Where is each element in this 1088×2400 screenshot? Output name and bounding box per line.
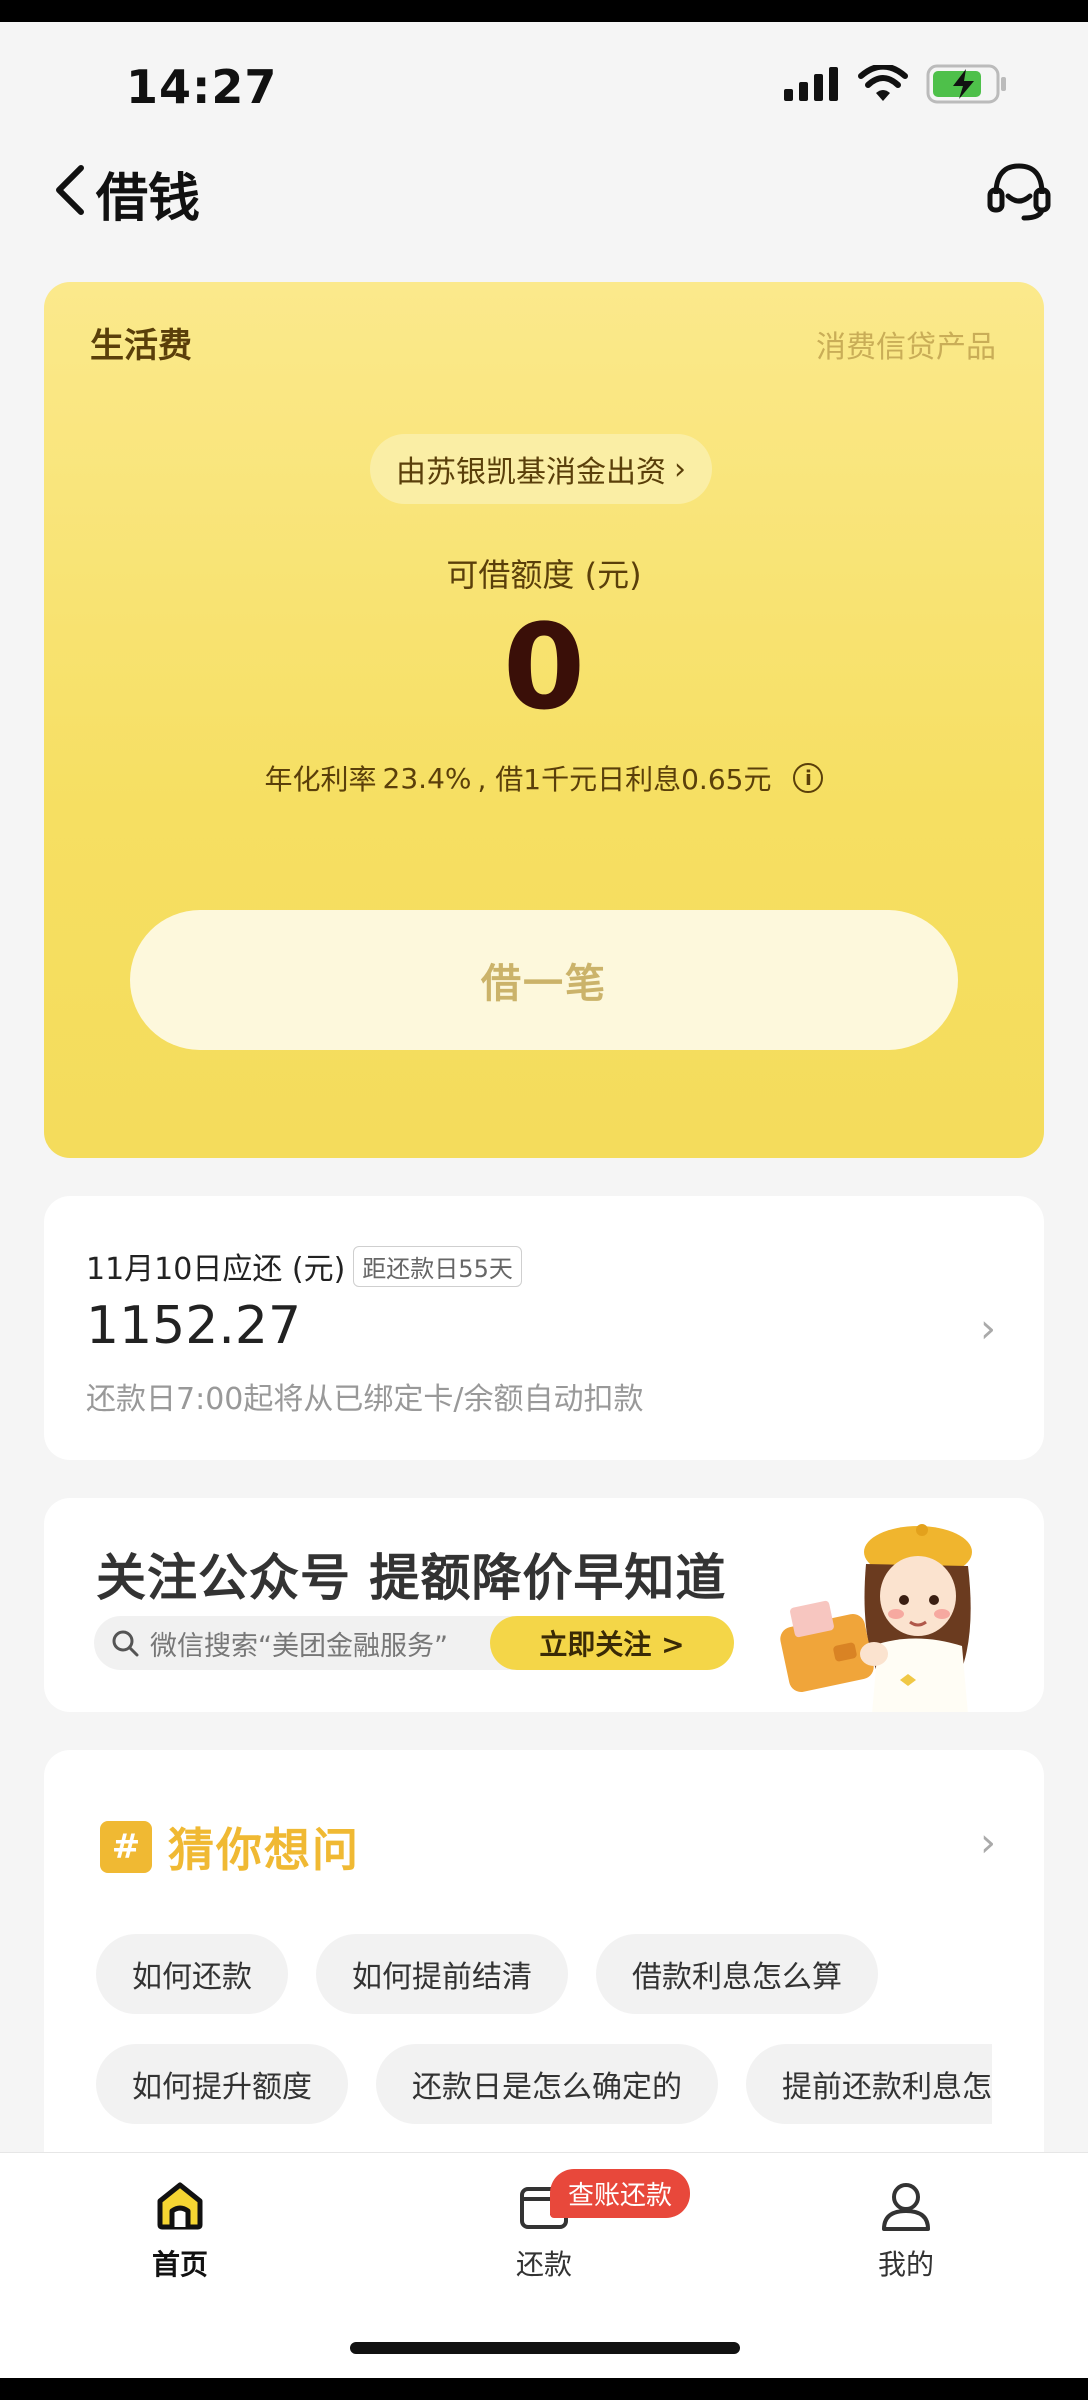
funder-link[interactable]: 由苏银凯基消金出资 ›: [370, 434, 712, 504]
credit-limit-value: 0: [502, 598, 586, 736]
loan-card: 生活费 消费信贷产品 由苏银凯基消金出资 › 可借额度 (元) 0 年化利率 2…: [44, 282, 1044, 1158]
loan-product-name: 生活费: [90, 326, 192, 366]
repayment-due-label: 11月10日应还 (元): [86, 1252, 346, 1287]
tab-home-label: 首页: [151, 2248, 208, 2281]
banner-search-text: 微信搜索“美团金融服务”: [150, 1630, 448, 1662]
days-until-due-badge: 距还款日55天: [353, 1245, 522, 1287]
signal-icon: [784, 67, 838, 101]
rate-note: , 借1千元日利息0.65元: [477, 763, 772, 796]
tab-mine-label: 我的: [877, 2248, 934, 2281]
rate-label: 年化利率: [264, 763, 377, 796]
check-bill-badge: 查账还款: [550, 2169, 691, 2218]
repayment-amount: 1152.27: [86, 1296, 302, 1356]
user-icon: [882, 2183, 930, 2231]
faq-chip-area: 如何还款 如何提前结清 借款利息怎么算 如何提升额度 还款日是怎么确定的 提前还…: [44, 1750, 992, 2170]
home-icon: [157, 2182, 203, 2230]
follow-official-account-banner[interactable]: 关注公众号 提额降价早知道 微信搜索“美团金融服务” 立即关注 >: [44, 1498, 1044, 1712]
faq-chip[interactable]: 还款日是怎么确定的: [376, 2044, 718, 2124]
tab-repay[interactable]: 还款 查账还款: [444, 2169, 691, 2283]
back-arrow-icon[interactable]: [40, 160, 100, 220]
customer-service-icon[interactable]: [984, 156, 1054, 226]
wifi-icon: [858, 65, 908, 101]
faq-card: # 猜你想问 › 如何还款 如何提前结清 借款利息怎么算 如何提升额度 还款日是…: [44, 1750, 1044, 2170]
girl-with-wallet-illustration: [780, 1524, 972, 1712]
faq-chip[interactable]: 如何提升额度: [96, 2044, 348, 2124]
rate-value: 23.4%: [382, 761, 472, 795]
tab-mine[interactable]: 我的: [806, 2177, 1006, 2283]
faq-chip[interactable]: 如何还款: [96, 1934, 288, 2014]
home-indicator: [350, 2342, 740, 2354]
faq-chip[interactable]: 如何提前结清: [316, 1934, 568, 2014]
interest-rate-line: 年化利率 23.4% , 借1千元日利息0.65元 i: [44, 758, 1044, 798]
tab-repay-label: 还款: [515, 2248, 572, 2281]
status-bar: 14:27: [0, 22, 1088, 152]
status-icons: [784, 64, 1008, 104]
screen-bottom-edge: [0, 2378, 1088, 2400]
info-icon[interactable]: i: [793, 763, 824, 793]
chevron-right-icon: ›: [674, 451, 686, 487]
chevron-right-icon: ›: [980, 1306, 996, 1352]
faq-row-2: 如何提升额度 还款日是怎么确定的 提前还款利息怎么算: [96, 2044, 992, 2124]
status-time: 14:27: [126, 60, 278, 114]
battery-charging-icon: [926, 64, 1006, 104]
borrow-button[interactable]: 借一笔: [130, 910, 958, 1050]
banner-title: 关注公众号 提额降价早知道: [96, 1549, 727, 1607]
page-title: 借钱: [96, 169, 201, 229]
funder-text: 由苏银凯基消金出资: [396, 455, 666, 490]
repayment-card[interactable]: 11月10日应还 (元) 距还款日55天 1152.27 还款日7:00起将从已…: [44, 1196, 1044, 1460]
faq-row-1: 如何还款 如何提前结清 借款利息怎么算: [96, 1934, 878, 2014]
screen-top-edge: [0, 0, 1088, 22]
nav-bar: 借钱: [0, 140, 1088, 240]
repayment-due-line: 11月10日应还 (元) 距还款日55天: [86, 1244, 522, 1288]
loan-product-type: 消费信贷产品: [816, 330, 996, 365]
tab-home[interactable]: 首页: [80, 2177, 280, 2283]
auto-debit-note: 还款日7:00起将从已绑定卡/余额自动扣款: [86, 1382, 644, 1417]
credit-limit-label: 可借额度 (元): [446, 556, 642, 594]
faq-chip[interactable]: 提前还款利息怎么算: [746, 2044, 992, 2124]
search-icon: [112, 1630, 139, 1657]
follow-now-button[interactable]: 立即关注 >: [490, 1616, 734, 1670]
faq-chip[interactable]: 借款利息怎么算: [596, 1934, 878, 2014]
